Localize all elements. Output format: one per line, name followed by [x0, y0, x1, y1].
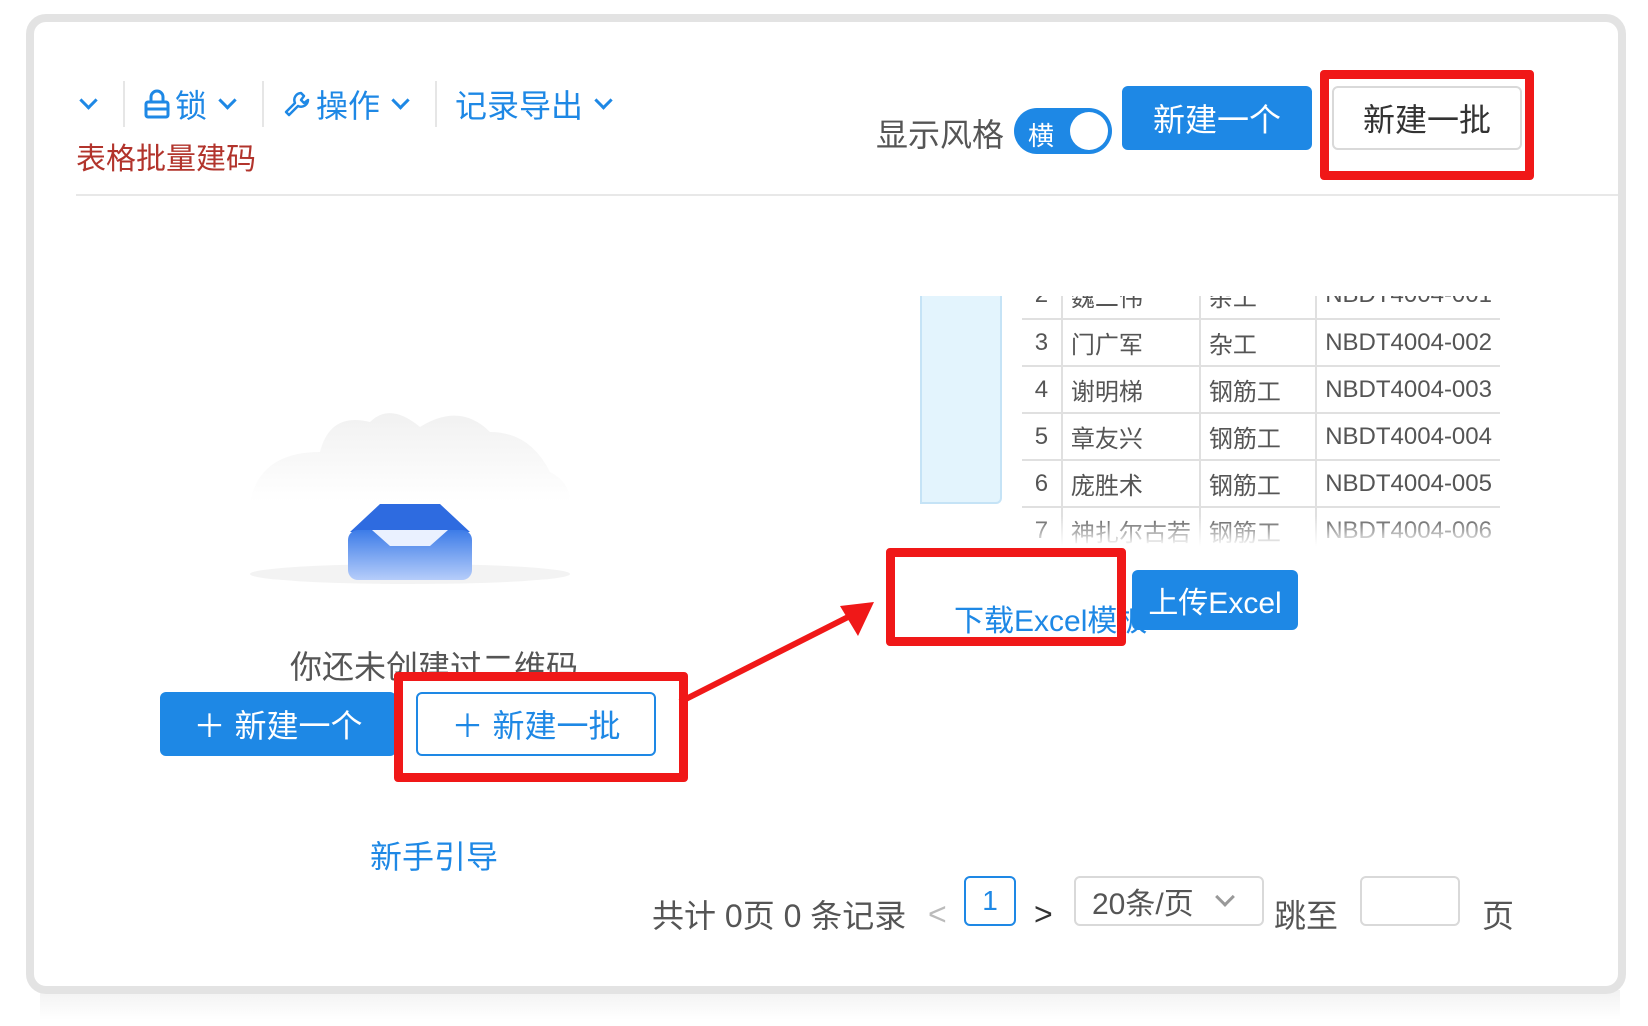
- preview-fade: [920, 516, 1500, 546]
- toggle-label: 横: [1028, 121, 1055, 151]
- worker-job: 杂工: [1199, 296, 1318, 320]
- prev-page-icon[interactable]: <: [928, 888, 947, 940]
- app-window: 锁 操作 记录导出 表格批量建码 显示风格 横 新建一个 新建一批 你还未创建过…: [26, 14, 1626, 994]
- table-row: 2 魏二伟 杂工 NBDT4004-001: [1022, 296, 1500, 320]
- chevron-down-icon: [594, 90, 613, 110]
- worker-code: NBDT4004-004: [1316, 413, 1500, 461]
- highlight-box: [394, 672, 688, 782]
- worker-name: 魏二伟: [1061, 296, 1201, 320]
- table-row: 3 门广军 杂工 NBDT4004-002: [1022, 319, 1500, 367]
- worker-job: 杂工: [1199, 319, 1318, 367]
- toolbar-divider: [262, 81, 265, 127]
- upload-excel-button[interactable]: 上传Excel: [1132, 570, 1298, 630]
- worker-name: 章友兴: [1061, 413, 1201, 461]
- chevron-down-icon[interactable]: [79, 90, 98, 110]
- worker-code: NBDT4004-005: [1316, 460, 1500, 508]
- row-number: 6: [1022, 460, 1063, 508]
- highlight-box: [1320, 70, 1534, 180]
- chevron-down-icon: [391, 90, 410, 110]
- preview-side-panel: [920, 296, 1002, 504]
- jump-page-input[interactable]: [1360, 876, 1460, 926]
- chevron-down-icon: [1214, 887, 1235, 907]
- next-page-icon[interactable]: >: [1034, 888, 1053, 940]
- worker-name: 庞胜术: [1061, 460, 1201, 508]
- highlight-box: [886, 548, 1126, 646]
- worker-name: 门广军: [1061, 319, 1201, 367]
- operate-menu-label: 操作: [316, 88, 381, 124]
- lock-menu-label: 锁: [175, 88, 208, 124]
- page-size-value: 20条/页: [1092, 888, 1194, 921]
- new-one-button[interactable]: 新建一个: [1122, 86, 1312, 150]
- worker-job: 钢筋工: [1199, 460, 1318, 508]
- empty-new-one-button[interactable]: ＋ 新建一个: [160, 692, 396, 756]
- empty-box-icon: [250, 413, 570, 584]
- current-page-button[interactable]: 1: [964, 876, 1016, 926]
- export-menu[interactable]: 记录导出: [455, 81, 620, 127]
- header-divider-line: [76, 194, 1618, 196]
- table-row: 4 谢明梯 钢筋工 NBDT4004-003: [1022, 366, 1500, 414]
- worker-job: 钢筋工: [1199, 366, 1318, 414]
- worker-code: NBDT4004-001: [1316, 296, 1500, 320]
- worker-code: NBDT4004-002: [1316, 319, 1500, 367]
- lock-icon: [144, 89, 170, 119]
- arrow-icon: [678, 602, 874, 705]
- worker-name: 谢明梯: [1061, 366, 1201, 414]
- toolbar: 锁 操作 记录导出: [68, 81, 620, 127]
- page-subtitle: 表格批量建码: [76, 143, 256, 176]
- display-style-toggle[interactable]: 横: [1014, 108, 1112, 154]
- table-row: 6 庞胜术 钢筋工 NBDT4004-005: [1022, 460, 1500, 508]
- row-number: 4: [1022, 366, 1063, 414]
- excel-template-preview: 2 魏二伟 杂工 NBDT4004-001 3 门广军 杂工 NBDT4004-…: [920, 296, 1500, 546]
- table-row: 5 章友兴 钢筋工 NBDT4004-004: [1022, 413, 1500, 461]
- worker-job: 钢筋工: [1199, 413, 1318, 461]
- lock-menu[interactable]: 锁: [143, 81, 244, 127]
- toggle-knob: [1070, 112, 1108, 150]
- toolbar-divider: [123, 81, 125, 127]
- row-number: 3: [1022, 319, 1063, 367]
- export-menu-label: 记录导出: [455, 88, 584, 124]
- chevron-down-icon: [218, 90, 237, 110]
- operate-menu[interactable]: 操作: [282, 81, 417, 127]
- worker-code: NBDT4004-003: [1316, 366, 1500, 414]
- row-number: 2: [1022, 296, 1063, 320]
- toolbar-divider: [435, 81, 438, 127]
- row-number: 5: [1022, 413, 1063, 461]
- page-suffix-label: 页: [1482, 898, 1515, 934]
- wrench-icon: [284, 91, 310, 117]
- display-style-label: 显示风格: [876, 117, 1005, 153]
- beginner-guide-link[interactable]: 新手引导: [34, 832, 834, 878]
- page-size-select[interactable]: 20条/页: [1074, 876, 1264, 926]
- jump-label: 跳至: [1274, 898, 1339, 934]
- pagination-summary: 共计 0页 0 条记录: [652, 898, 907, 934]
- frame-shadow: [40, 990, 1620, 1020]
- excel-preview-table: 2 魏二伟 杂工 NBDT4004-001 3 门广军 杂工 NBDT4004-…: [1022, 296, 1500, 546]
